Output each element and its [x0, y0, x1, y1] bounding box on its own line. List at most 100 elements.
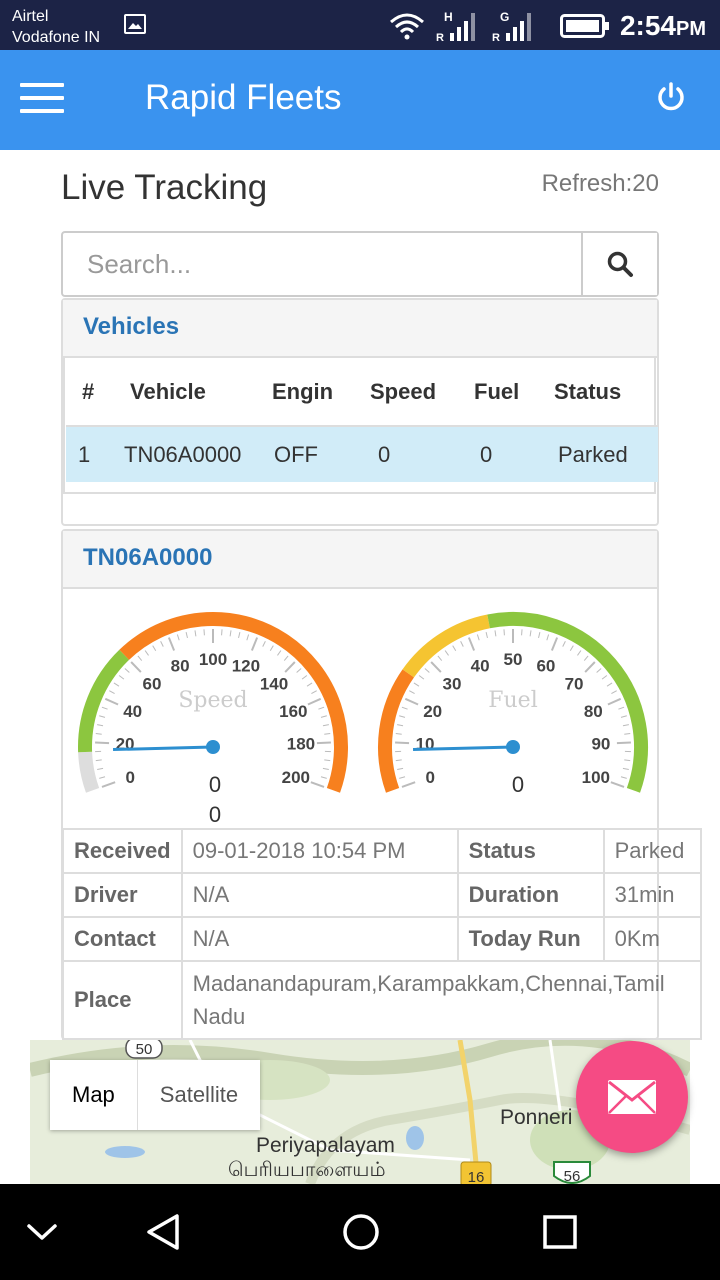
gauge-tick — [583, 655, 589, 661]
detail-panel-title: TN06A0000 — [63, 531, 657, 589]
gauge-tick-label: 160 — [279, 702, 307, 721]
mail-fab-button[interactable] — [576, 1041, 688, 1153]
gauge-tick — [610, 781, 625, 788]
gauge-tick-label: 20 — [423, 702, 442, 721]
gauge-extra-value: 0 — [209, 802, 221, 827]
search-bar — [61, 231, 659, 297]
gauge-tick — [95, 759, 102, 762]
gauge-tick-label: 40 — [123, 702, 142, 721]
gauge-tick — [283, 655, 289, 661]
gauge-tick-label: 0 — [425, 768, 434, 787]
gauge-tick — [250, 637, 259, 651]
gauge-tick — [399, 715, 406, 718]
route-shield: 50 — [125, 1040, 163, 1059]
gauge-tick-label: 140 — [260, 675, 288, 694]
gauges: 0 20 40 60 80 100 120 140 160 180 200 Speed 0 0 0 10 20… — [63, 589, 657, 829]
back-icon[interactable] — [143, 1212, 183, 1252]
gauge-tick — [467, 637, 476, 651]
gauge-tick — [624, 733, 631, 735]
gauge-tick — [130, 661, 142, 673]
gauge-tick-label: 200 — [282, 768, 310, 787]
gauge-tick — [395, 733, 402, 735]
map-tab-map[interactable]: Map — [50, 1060, 138, 1130]
svg-text:H: H — [444, 10, 453, 24]
carrier-2: Vodafone IN — [12, 29, 101, 46]
gauge-tick — [97, 767, 104, 771]
gauge-tick — [485, 631, 488, 639]
gauge-tick — [118, 675, 125, 680]
gauge-tick — [324, 759, 331, 762]
gauge-tick — [616, 741, 631, 745]
gauge-tick — [476, 634, 480, 641]
status-label: Status — [456, 828, 605, 874]
gauge-tick — [622, 724, 629, 727]
cell-fuel: 0 — [474, 426, 554, 482]
svg-text:16: 16 — [468, 1169, 485, 1184]
map-tab-satellite[interactable]: Satellite — [138, 1060, 260, 1130]
today-run-label: Today Run — [456, 916, 605, 962]
carrier-1: Airtel — [12, 8, 49, 25]
gauge-tick-label: 60 — [142, 675, 161, 694]
search-button[interactable] — [581, 233, 657, 295]
gauge-tick — [262, 641, 266, 647]
gauge-tick-label: 100 — [582, 768, 610, 787]
hamburger-icon[interactable] — [20, 83, 64, 115]
gauge-tick — [301, 675, 308, 680]
search-input[interactable] — [63, 233, 581, 295]
gauge-tick — [624, 759, 631, 762]
gauge-tick — [176, 634, 180, 641]
gauge-tick — [306, 682, 313, 687]
map-label-periyapalayam-tamil: பெரியபாளையம் — [228, 1157, 386, 1181]
gauge-tick — [322, 767, 329, 771]
table-row[interactable]: 1 TN06A0000 OFF 0 0 Parked — [66, 426, 658, 482]
gauge-tick — [185, 631, 188, 639]
gauge-tick — [577, 650, 582, 656]
gauge-tick-label: 70 — [565, 675, 584, 694]
gauge-tick-label: 0 — [125, 768, 134, 787]
cell-engine: OFF — [272, 426, 370, 482]
app-bar: Rapid Fleets — [0, 50, 720, 150]
app-title: Rapid Fleets — [145, 78, 342, 117]
vehicles-panel: Vehicles # Vehicle Engin Speed Fuel Stat… — [61, 298, 659, 526]
gauge-tick — [413, 682, 420, 687]
gauge-hub — [506, 740, 520, 754]
route-shield: 16 — [460, 1161, 492, 1184]
system-nav-bar — [0, 1184, 720, 1280]
power-icon[interactable] — [654, 80, 688, 114]
gauge-tick — [538, 631, 541, 639]
gauge-tick — [238, 631, 241, 639]
gauge-tick-label: 100 — [199, 650, 227, 669]
gauge-tick — [607, 697, 622, 706]
gauge-tick — [318, 706, 325, 710]
gauge-tick — [409, 690, 415, 694]
battery-icon — [559, 14, 609, 38]
recents-icon[interactable] — [542, 1214, 578, 1250]
gauge-tick — [144, 650, 149, 656]
place-value: Madanandapuram,Karampakkam,Chennai,Tamil… — [180, 960, 703, 1040]
gauge-tick — [596, 668, 602, 673]
gauge-tick — [152, 645, 157, 651]
gauge-tick — [562, 641, 566, 647]
gauge-tick — [611, 690, 617, 694]
gauge-tick — [95, 741, 110, 745]
chevron-down-icon[interactable] — [25, 1220, 59, 1244]
gauge-tick-label: 180 — [287, 735, 315, 754]
gauge-tick — [101, 706, 108, 710]
gauge-tick — [424, 668, 430, 673]
gauge-tick — [494, 630, 497, 637]
gauge-tick — [404, 697, 419, 706]
gauge-tick — [310, 781, 325, 788]
gauge-tick — [99, 776, 106, 779]
map-label-periyapalayam: Periyapalayam — [256, 1134, 395, 1157]
gauge-tick — [99, 715, 106, 718]
gauge-tick-label: 80 — [584, 702, 603, 721]
gauge-tick — [584, 661, 596, 673]
gauge-tick — [601, 675, 608, 680]
gauge-tick — [430, 661, 442, 673]
gauge-tick — [229, 630, 232, 637]
svg-text:56: 56 — [564, 1168, 581, 1184]
home-icon[interactable] — [341, 1212, 381, 1252]
col-fuel: Fuel — [474, 358, 554, 427]
status-value: Parked — [602, 828, 703, 874]
svg-text:50: 50 — [136, 1041, 153, 1058]
